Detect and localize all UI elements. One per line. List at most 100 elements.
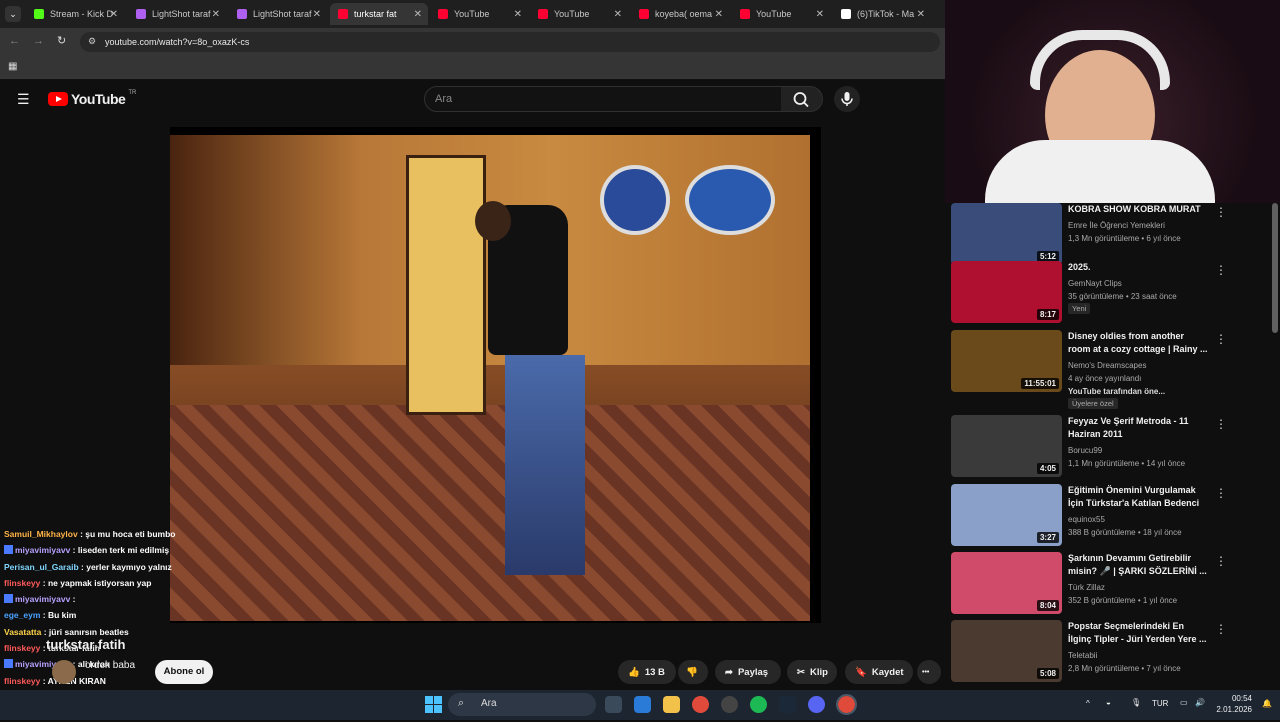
more-options-icon[interactable]: ⋮	[1215, 417, 1227, 431]
save-button[interactable]: 🔖 Kaydet	[845, 660, 913, 684]
recommended-title[interactable]: 2025.	[1068, 261, 1208, 274]
recommended-channel[interactable]: equinox55	[1068, 513, 1105, 526]
chrome-icon[interactable]	[692, 696, 709, 713]
recommended-video[interactable]: 5:08 Popstar Seçmelerindeki En İlginç Tip…	[951, 620, 1251, 682]
chrome-active-icon[interactable]	[836, 694, 857, 715]
clock-date[interactable]: 2.01.2026	[1215, 705, 1252, 714]
sidebar-scrollbar[interactable]	[1272, 203, 1278, 333]
browser-tab[interactable]: (6)TikTok - Ma ✕	[833, 3, 931, 25]
discord-icon[interactable]	[808, 696, 825, 713]
tray-mic-icon[interactable]: 🎙	[1131, 698, 1141, 707]
task-view-icon[interactable]	[605, 696, 622, 713]
recommended-title[interactable]: Disney oldies from another room at a coz…	[1068, 330, 1208, 356]
tab-close-icon[interactable]: ✕	[212, 9, 220, 20]
more-actions-button[interactable]: •••	[917, 660, 941, 684]
recommended-video[interactable]: 5:12 KOBRA SHOW KOBRA MURAT Emre İle Öğren…	[951, 203, 1251, 265]
store-icon[interactable]	[634, 696, 651, 713]
recommended-title[interactable]: Feyyaz Ve Şerif Metroda - 11 Haziran 201…	[1068, 415, 1208, 441]
recommended-meta: 1,1 Mn görüntüleme • 14 yıl önce	[1068, 459, 1186, 468]
video-thumbnail[interactable]: 5:08	[951, 620, 1062, 682]
tab-close-icon[interactable]: ✕	[715, 9, 723, 20]
tab-close-icon[interactable]: ✕	[816, 9, 824, 20]
more-options-icon[interactable]: ⋮	[1215, 554, 1227, 568]
tray-display-icon[interactable]: ▭	[1180, 698, 1188, 707]
dislike-button[interactable]: 👎	[678, 660, 708, 684]
browser-tab[interactable]: Stream - Kick D ✕	[26, 3, 124, 25]
recommended-channel[interactable]: Emre İle Öğrenci Yemekleri	[1068, 219, 1165, 232]
browser-tab[interactable]: YouTube ✕	[732, 3, 830, 25]
video-thumbnail[interactable]: 8:04	[951, 552, 1062, 614]
recommended-channel[interactable]: GemNayt Clips	[1068, 277, 1122, 290]
notifications-icon[interactable]: 🔔	[1262, 699, 1272, 708]
reload-icon[interactable]: ↻	[57, 34, 66, 47]
video-thumbnail[interactable]: 3:27	[951, 484, 1062, 546]
file-explorer-icon[interactable]	[663, 696, 680, 713]
video-duration: 8:17	[1036, 309, 1059, 320]
like-button[interactable]: 👍 13 B	[618, 660, 676, 684]
video-thumbnail[interactable]: 8:17	[951, 261, 1062, 323]
tray-chevron-icon[interactable]: ^	[1086, 699, 1090, 708]
more-options-icon[interactable]: ⋮	[1215, 205, 1227, 219]
tab-close-icon[interactable]: ✕	[313, 9, 321, 20]
tab-close-icon[interactable]: ✕	[514, 9, 522, 20]
channel-avatar[interactable]	[52, 660, 76, 684]
video-player[interactable]	[170, 127, 821, 623]
recommended-channel[interactable]: Borucu99	[1068, 444, 1102, 457]
taskbar-search[interactable]: Ara	[448, 693, 596, 716]
share-label: Paylaş	[737, 666, 769, 678]
apps-grid-icon[interactable]: ▦	[8, 61, 17, 72]
back-icon[interactable]: ←	[9, 35, 20, 47]
recommended-title[interactable]: Şarkının Devamını Getirebilir misin? 🎤 |…	[1068, 552, 1208, 578]
spotify-icon[interactable]	[750, 696, 767, 713]
more-options-icon[interactable]: ⋮	[1215, 486, 1227, 500]
tray-volume-icon[interactable]: 🔊	[1195, 698, 1205, 707]
clock-time[interactable]: 00:54	[1231, 694, 1252, 703]
clip-button[interactable]: ✂ Klip	[787, 660, 837, 684]
recommended-video[interactable]: 3:27 Eğitimin Önemini Vurgulamak İçin Tür…	[951, 484, 1251, 546]
tab-close-icon[interactable]: ✕	[614, 9, 622, 20]
recommended-channel[interactable]: Nemo's Dreamscapes	[1068, 359, 1146, 372]
subscribe-button[interactable]: Abone ol	[155, 660, 213, 684]
recommended-title[interactable]: KOBRA SHOW KOBRA MURAT	[1068, 203, 1208, 216]
steam-icon[interactable]	[779, 696, 796, 713]
search-input[interactable]: Ara	[424, 86, 782, 112]
search-button[interactable]	[781, 86, 823, 112]
recommended-video[interactable]: 4:05 Feyyaz Ve Şerif Metroda - 11 Haziran…	[951, 415, 1251, 477]
video-thumbnail[interactable]: 11:55:01	[951, 330, 1062, 392]
browser-tab[interactable]: LightShot taraf ✕	[128, 3, 226, 25]
site-info-icon[interactable]: ⚙	[88, 36, 96, 47]
recommended-video[interactable]: 8:17 2025. GemNayt Clips 35 görüntüleme • 2…	[951, 261, 1251, 323]
browser-tab[interactable]: turkstar fat ✕	[330, 3, 428, 25]
recommended-video[interactable]: 8:04 Şarkının Devamını Getirebilir misin?…	[951, 552, 1251, 614]
video-thumbnail[interactable]: 5:12	[951, 203, 1062, 265]
tab-close-icon[interactable]: ✕	[414, 9, 422, 20]
recommended-channel[interactable]: Teletabii	[1068, 649, 1097, 662]
language-indicator[interactable]: TUR	[1152, 699, 1168, 708]
windows-start-icon[interactable]	[425, 696, 442, 713]
recommended-video[interactable]: 11:55:01 Disney oldies from another room …	[951, 330, 1251, 409]
more-options-icon[interactable]: ⋮	[1215, 622, 1227, 636]
more-options-icon[interactable]: ⋮	[1215, 332, 1227, 346]
tray-network-icon[interactable]: ◒	[1106, 698, 1111, 707]
tab-close-icon[interactable]: ✕	[917, 9, 925, 20]
more-options-icon[interactable]: ⋮	[1215, 263, 1227, 277]
recommended-title[interactable]: Popstar Seçmelerindeki En İlginç Tipler …	[1068, 620, 1208, 646]
youtube-logo[interactable]: YouTube TR	[48, 90, 136, 107]
channel-name[interactable]: ordek baba	[85, 660, 135, 671]
browser-tab[interactable]: LightShot taraf ✕	[229, 3, 327, 25]
recommended-channel[interactable]: Türk Zillaz	[1068, 581, 1105, 594]
menu-icon[interactable]: ☰	[17, 91, 30, 108]
person-jeans	[505, 355, 585, 575]
tab-close-icon[interactable]: ✕	[110, 9, 118, 20]
recommended-title[interactable]: Eğitimin Önemini Vurgulamak İçin Türksta…	[1068, 484, 1208, 510]
share-button[interactable]: ➦ Paylaş	[715, 660, 781, 684]
app-icon[interactable]	[721, 696, 738, 713]
browser-tab[interactable]: YouTube ✕	[530, 3, 628, 25]
forward-icon[interactable]: →	[33, 35, 44, 47]
browser-tab[interactable]: YouTube ✕	[430, 3, 528, 25]
tab-search-icon[interactable]: ⌄	[5, 6, 21, 22]
chat-text: : ne yapmak istiyorsan yap	[42, 577, 152, 588]
browser-tab[interactable]: koyeba( oema ✕	[631, 3, 729, 25]
voice-search-button[interactable]	[834, 86, 860, 112]
video-thumbnail[interactable]: 4:05	[951, 415, 1062, 477]
